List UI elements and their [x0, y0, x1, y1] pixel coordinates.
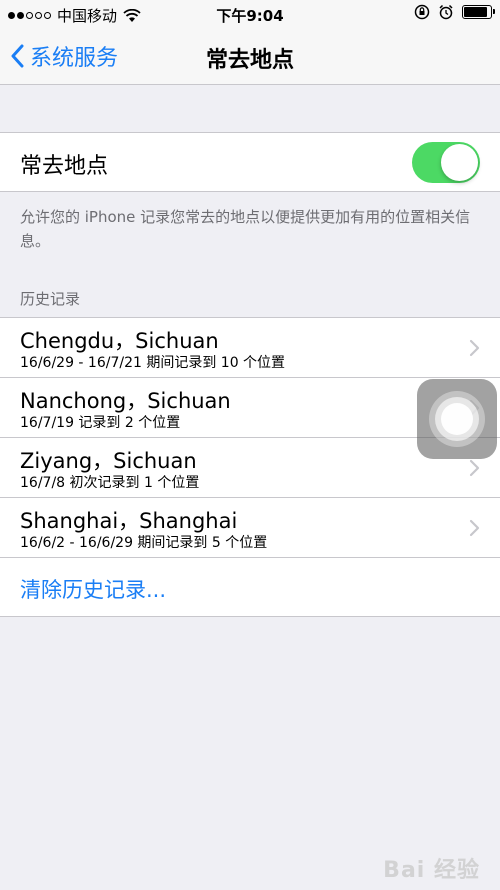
history-location-title: Shanghai，Shanghai [20, 509, 238, 533]
page-title: 常去地点 [205, 48, 294, 73]
battery-icon [462, 5, 495, 19]
chevron-right-icon [469, 519, 480, 537]
history-location-subtitle: 16/7/19 记录到 2 个位置 [20, 415, 181, 431]
screen: 中国移动 下午9:04 系统服务 常去地点 常去地点 允许您的 iPhone 记… [0, 0, 500, 890]
assistive-touch-ring-inner [441, 403, 473, 435]
history-list: Chengdu，Sichuan 16/6/29 - 16/7/21 期间记录到 … [0, 317, 500, 617]
history-location-subtitle: 16/6/29 - 16/7/21 期间记录到 10 个位置 [20, 355, 286, 371]
status-right [414, 4, 495, 20]
chevron-right-icon [469, 339, 480, 357]
history-section-header: 历史记录 [20, 290, 81, 308]
chevron-right-icon [469, 459, 480, 477]
toggle-label: 常去地点 [20, 154, 109, 179]
history-location-title: Ziyang，Sichuan [20, 449, 197, 473]
frequent-locations-toggle[interactable] [412, 142, 480, 183]
history-location-subtitle: 16/7/8 初次记录到 1 个位置 [20, 475, 200, 491]
history-location-subtitle: 16/6/2 - 16/6/29 期间记录到 5 个位置 [20, 535, 268, 551]
history-row-chengdu[interactable]: Chengdu，Sichuan 16/6/29 - 16/7/21 期间记录到 … [0, 318, 500, 378]
clear-history-label: 清除历史记录... [20, 578, 167, 602]
toggle-knob [441, 144, 478, 181]
history-location-title: Chengdu，Sichuan [20, 329, 219, 353]
toggle-footer-text: 允许您的 iPhone 记录您常去的地点以便提供更加有用的位置相关信息。 [20, 208, 471, 250]
nav-bar: 系统服务 常去地点 [0, 30, 500, 85]
history-location-title: Nanchong，Sichuan [20, 389, 231, 413]
alarm-icon [439, 4, 453, 20]
orientation-lock-icon [414, 4, 430, 20]
watermark-logo: Bai 经验 [383, 858, 480, 883]
toggle-cell: 常去地点 [0, 132, 500, 192]
assistive-touch-button[interactable] [417, 379, 497, 459]
clear-history-button[interactable]: 清除历史记录... [0, 558, 500, 618]
history-row-shanghai[interactable]: Shanghai，Shanghai 16/6/2 - 16/6/29 期间记录到… [0, 498, 500, 558]
status-bar: 中国移动 下午9:04 [0, 0, 500, 30]
